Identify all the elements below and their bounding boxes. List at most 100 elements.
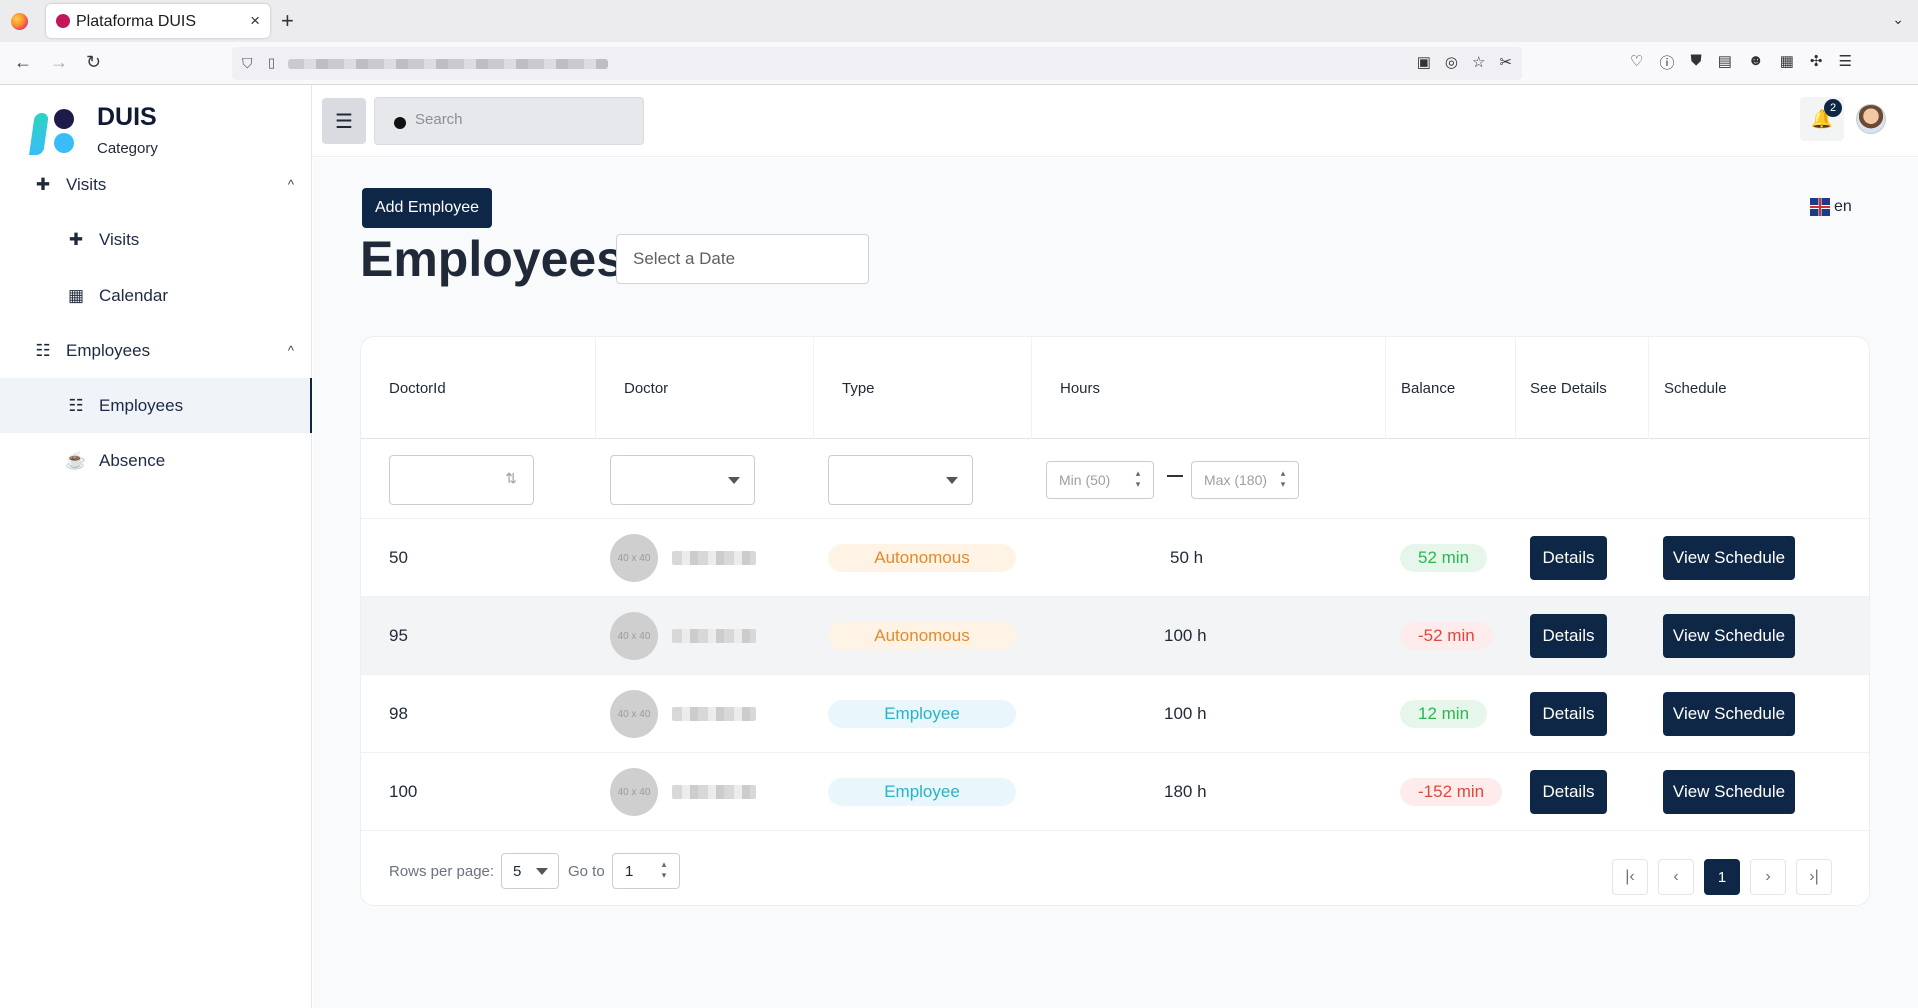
hours-min-field[interactable] <box>1059 472 1129 488</box>
first-page-button[interactable]: |‹ <box>1612 859 1648 895</box>
reload-icon[interactable]: ↻ <box>86 52 101 73</box>
type-badge: Employee <box>828 778 1016 806</box>
extension-icon[interactable]: ◎ <box>1445 53 1458 71</box>
type-badge: Autonomous <box>828 544 1016 572</box>
page-title: Employees <box>360 231 625 287</box>
app-header: ☰ 🔔 2 <box>312 85 1918 157</box>
close-tab-icon[interactable]: × <box>250 11 260 31</box>
url-bar-actions: ▣ ◎ ☆ ✂ <box>1417 53 1512 71</box>
details-button[interactable]: Details <box>1530 614 1607 658</box>
doctor-cell: 40 x 40 <box>610 519 756 597</box>
hours-min-input[interactable]: ▴▾ <box>1046 461 1154 499</box>
sidebar-item-calendar[interactable]: ▦ Calendar <box>0 268 312 323</box>
sidebar-item-label: Calendar <box>99 285 168 305</box>
info-icon[interactable]: ⓘ <box>1659 52 1674 73</box>
medical-bag-icon: ✚ <box>68 229 84 249</box>
caret-down-icon <box>536 868 548 875</box>
next-page-button[interactable]: › <box>1750 859 1786 895</box>
rows-per-page-select[interactable]: 5 <box>501 853 559 889</box>
qr-code-icon[interactable]: ▣ <box>1417 53 1431 71</box>
view-schedule-button[interactable]: View Schedule <box>1663 614 1795 658</box>
search-input[interactable] <box>415 111 630 128</box>
bookmark-star-icon[interactable]: ☆ <box>1472 53 1485 71</box>
chevron-up-icon[interactable]: ^ <box>288 343 294 358</box>
column-header-balance[interactable]: Balance <box>1386 337 1516 439</box>
screenshot-icon[interactable]: ✂ <box>1499 53 1512 71</box>
sidebar-toggle-button[interactable]: ☰ <box>322 98 366 144</box>
schedule-cell: View Schedule <box>1663 597 1795 675</box>
view-schedule-button[interactable]: View Schedule <box>1663 536 1795 580</box>
column-header-hours[interactable]: Hours <box>1032 337 1386 439</box>
column-header-doctor[interactable]: Doctor <box>596 337 814 439</box>
language-selector[interactable]: en <box>1810 198 1852 216</box>
view-schedule-button[interactable]: View Schedule <box>1663 692 1795 736</box>
last-page-button[interactable]: ›| <box>1796 859 1832 895</box>
hours-cell: 180 h <box>1164 782 1207 801</box>
doctor-filter-select[interactable] <box>610 455 755 505</box>
balance-cell: -52 min <box>1400 597 1493 675</box>
details-button[interactable]: Details <box>1530 536 1607 580</box>
doctorid-filter-input[interactable]: ⇅ <box>389 455 534 505</box>
uk-flag-icon <box>1810 198 1830 216</box>
column-header-type[interactable]: Type <box>814 337 1032 439</box>
current-page-button[interactable]: 1 <box>1704 859 1740 895</box>
save-extension-icon[interactable]: ▤ <box>1718 52 1732 73</box>
new-tab-button[interactable]: + <box>281 8 294 34</box>
doctor-id-cell: 100 <box>389 782 418 801</box>
details-button[interactable]: Details <box>1530 770 1607 814</box>
details-button[interactable]: Details <box>1530 692 1607 736</box>
sidebar-item-absence[interactable]: ☕ Absence <box>0 433 312 488</box>
hours-max-input[interactable]: ▴▾ <box>1191 461 1299 499</box>
duis-logo <box>29 107 80 155</box>
doctor-id-cell: 50 <box>389 548 408 567</box>
sidebar-item-visits[interactable]: ✚ Visits <box>0 212 312 267</box>
tab-list-chevron-icon[interactable]: ⌄ <box>1892 11 1904 28</box>
sidebar-item-employees[interactable]: ☷ Employees <box>0 378 312 433</box>
user-avatar[interactable] <box>1856 104 1886 134</box>
column-header-see-details: See Details <box>1516 337 1649 439</box>
stepper-icon[interactable]: ▴ ▾ <box>1131 468 1145 492</box>
url-text-redacted <box>288 59 608 69</box>
puzzle-extensions-icon[interactable]: ✣ <box>1810 52 1823 73</box>
view-schedule-button[interactable]: View Schedule <box>1663 770 1795 814</box>
chevron-up-icon[interactable]: ^ <box>288 177 294 192</box>
hamburger-menu-icon[interactable]: ☰ <box>1838 52 1851 73</box>
shield-extension-icon[interactable]: ⛊ <box>1690 52 1701 73</box>
doctor-name-redacted <box>672 785 756 799</box>
forward-icon[interactable]: → <box>50 52 68 73</box>
doctor-avatar: 40 x 40 <box>610 612 658 660</box>
doctor-id-cell: 95 <box>389 626 408 645</box>
sidebar-group-employees[interactable]: ☷ Employees ^ <box>0 323 312 378</box>
url-bar[interactable]: ⛉ ▯ ▣ ◎ ☆ ✂ <box>232 47 1522 80</box>
users-icon: ☷ <box>68 395 84 415</box>
notifications-button[interactable]: 🔔 2 <box>1800 97 1844 141</box>
schedule-cell: View Schedule <box>1663 519 1795 597</box>
apps-grid-icon[interactable]: ▦ <box>1780 52 1794 73</box>
coffee-cup-icon: ☕ <box>65 450 87 470</box>
hours-cell: 100 h <box>1164 626 1207 645</box>
date-picker-input[interactable] <box>616 234 869 284</box>
hours-max-field[interactable] <box>1204 472 1274 488</box>
sort-icon[interactable]: ⇅ <box>505 470 517 487</box>
goto-page-input[interactable]: 1 ▴ ▾ <box>612 853 680 889</box>
type-filter-select[interactable] <box>828 455 973 505</box>
shield-icon[interactable]: ⛉ <box>242 55 253 72</box>
details-cell: Details <box>1530 675 1607 753</box>
balance-cell: 12 min <box>1400 675 1488 753</box>
back-icon[interactable]: ← <box>14 52 32 73</box>
hours-cell: 100 h <box>1164 704 1207 723</box>
search-box[interactable] <box>374 97 644 145</box>
balance-badge: -152 min <box>1400 778 1503 806</box>
sidebar-item-label: Absence <box>99 450 166 470</box>
firefox-icon[interactable] <box>11 13 28 30</box>
column-header-doctorid[interactable]: DoctorId <box>361 337 596 439</box>
stepper-icon[interactable]: ▴ ▾ <box>1276 468 1290 492</box>
sidebar-group-visits[interactable]: ✚ Visits ^ <box>0 157 312 212</box>
prev-page-button[interactable]: ‹ <box>1658 859 1694 895</box>
stepper-icon[interactable]: ▴ ▾ <box>657 859 671 883</box>
pocket-icon[interactable]: ♡ <box>1630 52 1643 73</box>
add-employee-button[interactable]: Add Employee <box>362 188 492 228</box>
browser-tab[interactable]: Plataforma DUIS × <box>46 4 270 38</box>
details-cell: Details <box>1530 519 1607 597</box>
emoji-extension-icon[interactable]: ☻ <box>1748 52 1764 73</box>
